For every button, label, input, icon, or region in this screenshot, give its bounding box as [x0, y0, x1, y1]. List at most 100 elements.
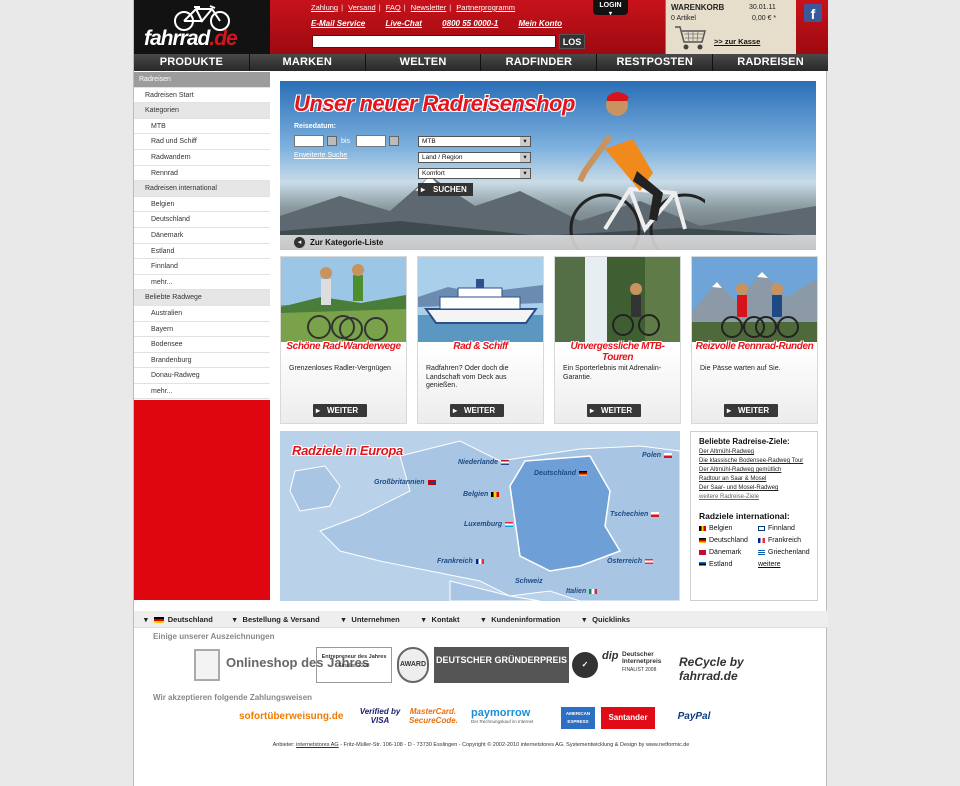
nav-marken[interactable]: MARKEN — [250, 54, 366, 71]
impressum-link[interactable]: internetstores AG — [296, 742, 339, 748]
link-email-service[interactable]: E-Mail Service — [311, 19, 365, 28]
category-select[interactable]: MTB — [418, 136, 531, 147]
destination-link[interactable]: Die klassische Bodensee-Radweg Tour — [699, 457, 809, 466]
calendar-icon[interactable] — [327, 136, 337, 146]
site-logo[interactable]: fahrrad.de — [134, 0, 270, 54]
search-button[interactable]: LOS — [559, 34, 585, 49]
cart-total: 0,00 € * — [752, 15, 777, 22]
map-label-oesterreich[interactable]: Österreich — [607, 558, 654, 565]
date-to-input[interactable] — [356, 135, 386, 147]
sidebar-item-daenemark[interactable]: Dänemark — [134, 228, 270, 244]
footer-nav-deutschland[interactable]: Deutschland — [144, 611, 213, 627]
intl-daenemark[interactable]: Dänemark — [699, 549, 758, 556]
nav-radreisen[interactable]: RADREISEN — [713, 54, 828, 71]
nav-welten[interactable]: WELTEN — [366, 54, 482, 71]
sidebar-item-bayern[interactable]: Bayern — [134, 322, 270, 338]
sidebar-item-mtb[interactable]: MTB — [134, 119, 270, 135]
weiter-button[interactable]: WEITER — [587, 404, 641, 417]
country-name: Deutschland — [534, 470, 577, 477]
link-live-chat[interactable]: Live-Chat — [385, 19, 421, 28]
map-label-grossbritannien[interactable]: Großbritannien — [374, 479, 436, 486]
intl-finnland[interactable]: Finnland — [758, 525, 817, 532]
search-input[interactable] — [312, 35, 556, 48]
sidebar-item-australien[interactable]: Australien — [134, 306, 270, 322]
intl-estland[interactable]: Estland — [699, 561, 758, 568]
sidebar-item-estland[interactable]: Estland — [134, 244, 270, 260]
ship-image — [418, 257, 543, 342]
intl-frankreich[interactable]: Frankreich — [758, 537, 817, 544]
link-faq[interactable]: FAQ — [386, 3, 401, 12]
search-submit-button[interactable]: SUCHEN — [418, 183, 473, 196]
sidebar-item-brandenburg[interactable]: Brandenburg — [134, 353, 270, 369]
link-mein-konto[interactable]: Mein Konto — [518, 19, 562, 28]
checkout-link[interactable]: >> zur Kasse — [714, 37, 760, 46]
destination-link[interactable]: Radtour an Saar & Mosel — [699, 475, 809, 484]
sidebar-item-finnland[interactable]: Finnland — [134, 259, 270, 275]
map-label-italien[interactable]: Italien — [566, 588, 598, 595]
cart-box[interactable]: WARENKORB 30.01.11 0 Artikel 0,00 € * >>… — [665, 0, 796, 54]
login-button[interactable]: LOGIN ▾ — [593, 0, 628, 17]
map-label-schweiz[interactable]: Schweiz — [515, 578, 543, 585]
flag-icon — [491, 491, 500, 497]
weiter-button[interactable]: WEITER — [724, 404, 778, 417]
service-links: E-Mail Service Live-Chat 0800 55 0000-1 … — [311, 19, 580, 28]
map-label-polen[interactable]: Polen — [642, 452, 673, 459]
calendar-icon[interactable] — [389, 136, 399, 146]
footer-nav: Deutschland Bestellung & Versand Unterne… — [134, 611, 828, 628]
more-destinations-link[interactable]: weitere Radreise-Ziele — [699, 493, 809, 502]
nav-restposten[interactable]: RESTPOSTEN — [597, 54, 714, 71]
arrow-left-icon[interactable]: ◂ — [294, 237, 305, 248]
footer-nav-kontakt[interactable]: Kontakt — [422, 611, 460, 627]
sidebar-item-donau-radweg[interactable]: Donau-Radweg — [134, 368, 270, 384]
intl-deutschland[interactable]: Deutschland — [699, 537, 758, 544]
map-label-deutschland[interactable]: Deutschland — [534, 470, 588, 477]
map-label-belgien[interactable]: Belgien — [463, 491, 500, 498]
link-zahlung[interactable]: Zahlung — [311, 3, 338, 12]
nav-radfinder[interactable]: RADFINDER — [481, 54, 598, 71]
footer-nav-quicklinks[interactable]: Quicklinks — [582, 611, 630, 627]
date-from-input[interactable] — [294, 135, 324, 147]
link-newsletter[interactable]: Newsletter — [411, 3, 446, 12]
award-recycle: ReCycle by fahrrad.de — [679, 655, 744, 683]
card-title: Unvergessliche MTB-Touren — [570, 341, 665, 363]
sidebar-item-deutschland[interactable]: Deutschland — [134, 212, 270, 228]
map-label-luxemburg[interactable]: Luxemburg — [464, 521, 514, 528]
flag-icon — [664, 452, 673, 458]
intl-belgien[interactable]: Belgien — [699, 525, 758, 532]
sidebar-item-start[interactable]: Radreisen Start — [134, 88, 270, 104]
weiter-button[interactable]: WEITER — [450, 404, 504, 417]
category-list-link[interactable]: Zur Kategorie-Liste — [310, 238, 383, 247]
link-partnerprogramm[interactable]: Partnerprogramm — [456, 3, 515, 12]
footer-nav-unternehmen[interactable]: Unternehmen — [342, 611, 399, 627]
link-phone[interactable]: 0800 55 0000-1 — [442, 19, 498, 28]
footer-nav-kundeninformation[interactable]: Kundeninformation — [481, 611, 560, 627]
region-select[interactable]: Land / Region — [418, 152, 531, 163]
destination-link[interactable]: Der Altmühl-Radweg gemütlich — [699, 466, 809, 475]
intl-griechenland[interactable]: Griechenland — [758, 549, 817, 556]
sidebar-item-rad-schiff[interactable]: Rad und Schiff — [134, 134, 270, 150]
europe-map[interactable]: Radziele in Europa Polen Niederlande Deu… — [280, 431, 680, 601]
sidebar-item-radwandern[interactable]: Radwandern — [134, 150, 270, 166]
shopping-cart-icon — [675, 26, 706, 50]
sidebar-item-rennrad[interactable]: Rennrad — [134, 166, 270, 182]
sidebar-item-belgien[interactable]: Belgien — [134, 197, 270, 213]
map-label-niederlande[interactable]: Niederlande — [458, 459, 510, 466]
destination-link[interactable]: Der Saar- und Mosel-Radweg — [699, 484, 809, 493]
comfort-select[interactable]: Komfort — [418, 168, 531, 179]
payment-mastercard: MasterCard. SecureCode. — [409, 707, 458, 725]
footer-nav-bestellung[interactable]: Bestellung & Versand — [233, 611, 320, 627]
sidebar-item-mehr-radwege[interactable]: mehr... — [134, 384, 270, 400]
link-versand[interactable]: Versand — [348, 3, 376, 12]
weiter-button[interactable]: WEITER — [313, 404, 367, 417]
facebook-icon[interactable]: f — [804, 4, 822, 22]
advanced-search-link[interactable]: Erweiterte Suche — [294, 152, 347, 159]
country-name: Polen — [642, 452, 662, 459]
card-desc: Die Pässe warten auf Sie. — [700, 365, 781, 372]
destination-link[interactable]: Der Altmühl-Radweg — [699, 448, 809, 457]
map-label-frankreich[interactable]: Frankreich — [437, 558, 484, 565]
sidebar-item-bodensee[interactable]: Bodensee — [134, 337, 270, 353]
map-label-tschechien[interactable]: Tschechien — [610, 511, 660, 518]
sidebar-item-mehr-international[interactable]: mehr... — [134, 275, 270, 291]
intl-weitere-link[interactable]: weitere — [758, 561, 817, 568]
nav-produkte[interactable]: PRODUKTE — [134, 54, 250, 71]
